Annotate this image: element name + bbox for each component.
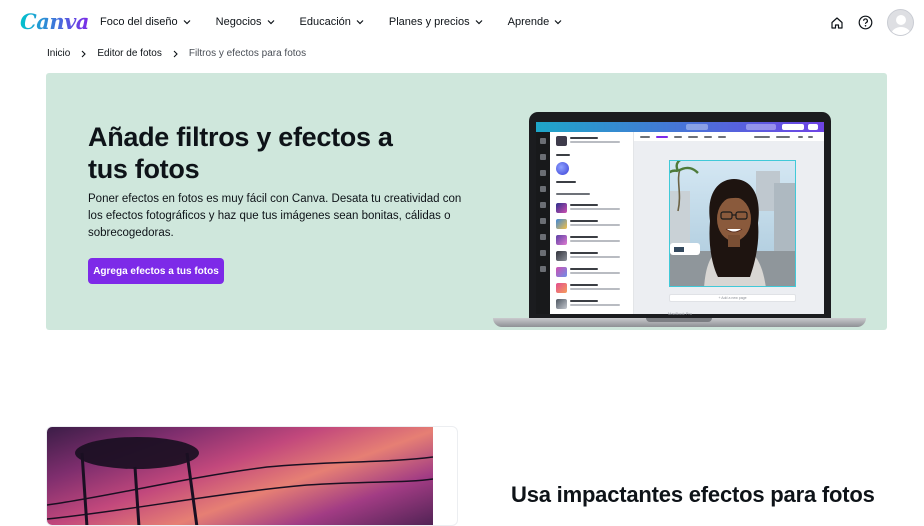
toolbar-item [640,136,650,138]
add-effects-button[interactable]: Agrega efectos a tus fotos [88,258,224,284]
rail-icon [540,170,546,176]
chevron-down-icon [183,20,191,25]
toolbar-item [776,136,790,138]
breadcrumb-current-page: Filtros y efectos para fotos [188,48,307,59]
nav-item-negocios[interactable]: Negocios [216,16,275,28]
canva-logo[interactable]: Canva [20,9,89,34]
effect-row [556,153,630,159]
rail-icon [540,266,546,272]
toolbar-item [656,136,668,138]
toolbar-item [798,136,803,138]
effect-row [556,192,630,198]
laptop-notch [646,318,712,322]
nav-item-label: Negocios [215,16,262,28]
editor-canvas: + Add a new page [634,142,824,314]
nav-item-planes-y-precios[interactable]: Planes y precios [389,16,483,28]
menu-pill [808,124,818,130]
breadcrumb: Inicio Editor de fotos Filtros y efectos… [47,48,306,59]
nav-item-aprende[interactable]: Aprende [508,16,563,28]
rail-icon [540,250,546,256]
effects-showcase-card [46,426,458,526]
nav-item-label: Planes y precios [388,16,470,28]
chevron-right-icon [81,50,87,57]
toolbar-item [674,136,682,138]
top-nav: Canva Foco del diseño Negocios Educación… [0,0,924,46]
portrait-illustration [670,161,795,286]
toolbar-item [754,136,770,138]
home-icon[interactable] [829,15,845,31]
nav-item-label: Educación [299,16,351,28]
share-pill [686,124,708,130]
nav-item-label: Aprende [507,16,550,28]
add-page-label: + Add a new page [718,296,747,300]
toolbar-item [808,136,813,138]
editor-side-rail [536,132,550,314]
nav-item-label: Foco del diseño [100,16,178,28]
nav-actions [829,9,914,36]
help-icon[interactable] [857,15,873,31]
sunset-photo [47,427,433,525]
try-pro-pill [746,124,776,130]
rail-icon [540,186,546,192]
chevron-down-icon [356,20,364,25]
effect-row [556,162,630,176]
nav-menu: Foco del diseño Negocios Educación Plane… [100,16,587,28]
chevron-right-icon [173,50,178,57]
effect-row [556,180,630,186]
hero-description: Poner efectos en fotos es muy fácil con … [88,193,462,239]
nav-item-foco-del-diseno[interactable]: Foco del diseño [100,16,191,28]
effects-panel [550,132,634,314]
toolbar-item [718,136,726,138]
effect-row [556,219,630,229]
section-title: Usa impactantes efectos para fotos [511,482,875,507]
add-page-bar: + Add a new page [669,294,796,302]
rail-icon [540,218,546,224]
effect-row [556,283,630,293]
editor-top-bar [536,122,824,132]
hero-title: Añade filtros y efectos a tus fotos [88,122,393,184]
effect-row [556,299,630,309]
toolbar-item [704,136,712,138]
chevron-down-icon [475,20,483,25]
nav-item-educacion[interactable]: Educación [300,16,364,28]
effect-row [556,267,630,277]
editor-toolbar [634,132,824,142]
rail-icon [540,138,546,144]
editor-screenshot: + Add a new page [536,122,824,314]
effect-row [556,251,630,261]
effect-row [556,235,630,245]
rail-icon [540,202,546,208]
effect-row [556,203,630,213]
avatar-head-shape [896,15,906,25]
effect-row [556,136,630,146]
avatar[interactable] [887,9,914,36]
breadcrumb-inicio[interactable]: Inicio [47,48,70,59]
hero-banner: Añade filtros y efectos a tus fotos Pone… [46,73,887,330]
avatar-body-shape [891,27,911,35]
chevron-down-icon [267,20,274,25]
laptop-mockup: + Add a new page MacBook Pro [493,111,866,333]
toolbar-item [688,136,698,138]
rail-icon [540,154,546,160]
portrait-photo [669,160,796,287]
chevron-down-icon [554,20,562,25]
rail-icon [540,234,546,240]
breadcrumb-editor-de-fotos[interactable]: Editor de fotos [97,48,161,59]
sunset-silhouette [47,437,433,525]
download-pill [782,124,804,130]
device-label: MacBook Pro [667,311,692,316]
